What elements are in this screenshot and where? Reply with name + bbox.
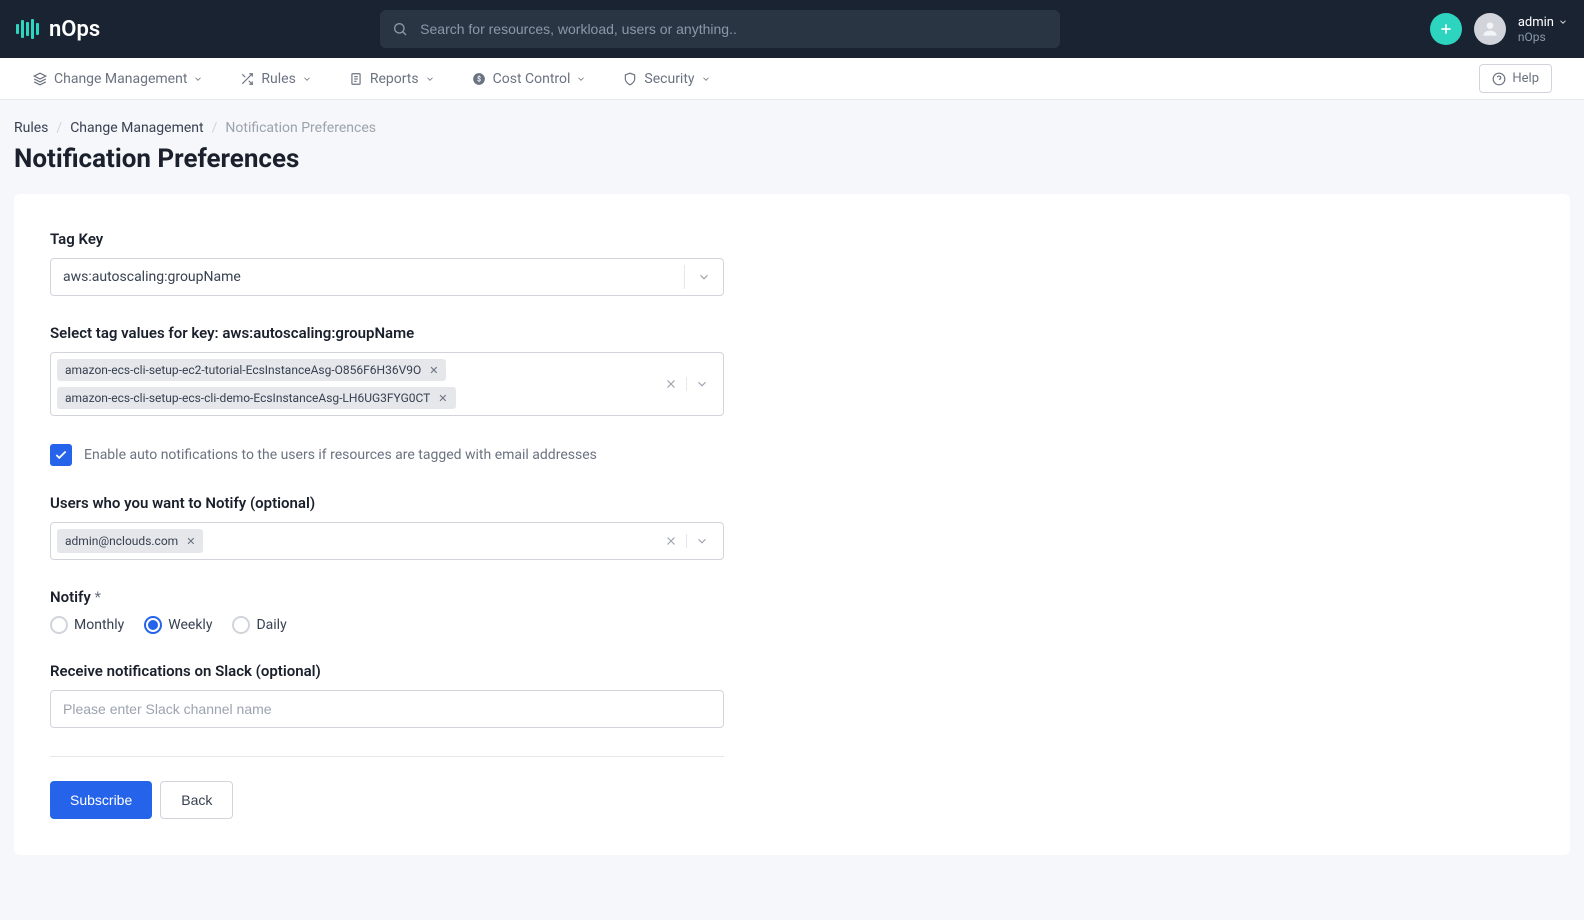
chevron-down-icon[interactable] <box>695 534 709 548</box>
tag-chip-label: admin@nclouds.com <box>65 534 178 548</box>
user-icon <box>1480 19 1500 39</box>
tag-remove-icon[interactable]: ✕ <box>186 535 195 548</box>
users-select[interactable]: admin@nclouds.com ✕ <box>50 522 724 560</box>
slack-input[interactable] <box>50 690 724 728</box>
shuffle-icon <box>239 71 255 87</box>
tag-values-label: Select tag values for key: aws:autoscali… <box>50 324 724 342</box>
tag-chip-label: amazon-ecs-cli-setup-ecs-cli-demo-EcsIns… <box>65 391 430 405</box>
field-auto-notify: Enable auto notifications to the users i… <box>50 444 724 466</box>
tag-chip: admin@nclouds.com ✕ <box>57 529 203 553</box>
user-org: nOps <box>1518 30 1568 44</box>
search-icon <box>392 21 408 37</box>
breadcrumb-link-change-management[interactable]: Change Management <box>70 120 203 136</box>
help-button[interactable]: Help <box>1479 64 1552 93</box>
nav-label: Reports <box>370 71 419 87</box>
tag-remove-icon[interactable]: ✕ <box>429 364 438 377</box>
nav-label: Cost Control <box>493 71 571 87</box>
tag-chip: amazon-ecs-cli-setup-ec2-tutorial-EcsIns… <box>57 359 446 381</box>
field-frequency: Notify * Monthly Weekly Daily <box>50 588 724 634</box>
tag-remove-icon[interactable]: ✕ <box>438 392 447 405</box>
auto-notify-label: Enable auto notifications to the users i… <box>84 447 597 463</box>
slack-label: Receive notifications on Slack (optional… <box>50 662 724 680</box>
user-name: admin <box>1518 15 1554 30</box>
avatar[interactable] <box>1474 13 1506 45</box>
form-card: Tag Key aws:autoscaling:groupName Select… <box>14 194 1570 855</box>
radio-icon <box>144 616 162 634</box>
file-icon <box>348 71 364 87</box>
tag-key-select[interactable]: aws:autoscaling:groupName <box>50 258 724 296</box>
breadcrumb-current: Notification Preferences <box>225 120 376 136</box>
field-slack: Receive notifications on Slack (optional… <box>50 662 724 728</box>
user-menu[interactable]: admin nOps <box>1518 15 1568 44</box>
users-chips: admin@nclouds.com ✕ <box>57 529 656 553</box>
tag-values-chips: amazon-ecs-cli-setup-ec2-tutorial-EcsIns… <box>57 359 656 409</box>
frequency-label: Notify * <box>50 588 724 606</box>
dollar-icon: $ <box>471 71 487 87</box>
chevron-down-icon <box>302 74 312 84</box>
chevron-down-icon <box>193 74 203 84</box>
nav-label: Change Management <box>54 71 187 87</box>
svg-text:$: $ <box>477 75 481 83</box>
radio-icon <box>50 616 68 634</box>
breadcrumb-link-rules[interactable]: Rules <box>14 120 48 136</box>
logo-text: nOps <box>49 17 100 42</box>
users-label: Users who you want to Notify (optional) <box>50 494 724 512</box>
chevron-down-icon <box>1558 17 1568 27</box>
field-tag-key: Tag Key aws:autoscaling:groupName <box>50 230 724 296</box>
tag-chip: amazon-ecs-cli-setup-ecs-cli-demo-EcsIns… <box>57 387 456 409</box>
page-title: Notification Preferences <box>14 144 1570 174</box>
tag-chip-label: amazon-ecs-cli-setup-ec2-tutorial-EcsIns… <box>65 363 421 377</box>
tag-values-select[interactable]: amazon-ecs-cli-setup-ec2-tutorial-EcsIns… <box>50 352 724 416</box>
field-users: Users who you want to Notify (optional) … <box>50 494 724 560</box>
chevron-down-icon[interactable] <box>695 377 709 391</box>
nav-reports[interactable]: Reports <box>348 71 435 87</box>
plus-icon <box>1438 21 1454 37</box>
auto-notify-checkbox[interactable] <box>50 444 72 466</box>
nav-label: Security <box>644 71 694 87</box>
tag-key-value: aws:autoscaling:groupName <box>51 261 684 293</box>
field-tag-values: Select tag values for key: aws:autoscali… <box>50 324 724 416</box>
logo[interactable]: nOps <box>16 17 100 42</box>
top-header: nOps admin nOps <box>0 0 1584 58</box>
action-row: Subscribe Back <box>50 781 724 819</box>
nav-label: Rules <box>261 71 295 87</box>
tag-key-label: Tag Key <box>50 230 724 248</box>
nav-change-management[interactable]: Change Management <box>32 71 203 87</box>
nav-cost-control[interactable]: $ Cost Control <box>471 71 587 87</box>
nav-rules[interactable]: Rules <box>239 71 311 87</box>
shield-icon <box>622 71 638 87</box>
radio-daily[interactable]: Daily <box>232 616 286 634</box>
check-icon <box>54 448 68 462</box>
chevron-down-icon <box>701 74 711 84</box>
chevron-down-icon <box>576 74 586 84</box>
header-right: admin nOps <box>1430 13 1568 45</box>
help-icon <box>1492 72 1506 86</box>
radio-label: Monthly <box>74 617 124 633</box>
breadcrumb-sep: / <box>56 120 62 136</box>
breadcrumb: Rules / Change Management / Notification… <box>14 120 1570 136</box>
divider <box>50 756 724 757</box>
frequency-radio-group: Monthly Weekly Daily <box>50 616 724 634</box>
breadcrumb-sep: / <box>212 120 218 136</box>
subscribe-button[interactable]: Subscribe <box>50 781 152 819</box>
radio-label: Daily <box>256 617 286 633</box>
help-label: Help <box>1512 71 1539 86</box>
clear-all-icon[interactable] <box>656 534 686 548</box>
search-input[interactable] <box>380 10 1060 48</box>
radio-icon <box>232 616 250 634</box>
radio-label: Weekly <box>168 617 212 633</box>
radio-monthly[interactable]: Monthly <box>50 616 124 634</box>
secondary-nav: Change Management Rules Reports $ Cost C… <box>0 58 1584 100</box>
chevron-down-icon[interactable] <box>693 270 715 284</box>
search-wrap <box>380 10 1060 48</box>
logo-bars-icon <box>16 19 39 39</box>
clear-all-icon[interactable] <box>656 377 686 391</box>
content: Rules / Change Management / Notification… <box>0 100 1584 875</box>
back-button[interactable]: Back <box>160 781 233 819</box>
add-button[interactable] <box>1430 13 1462 45</box>
nav-security[interactable]: Security <box>622 71 710 87</box>
layers-icon <box>32 71 48 87</box>
chevron-down-icon <box>425 74 435 84</box>
radio-weekly[interactable]: Weekly <box>144 616 212 634</box>
